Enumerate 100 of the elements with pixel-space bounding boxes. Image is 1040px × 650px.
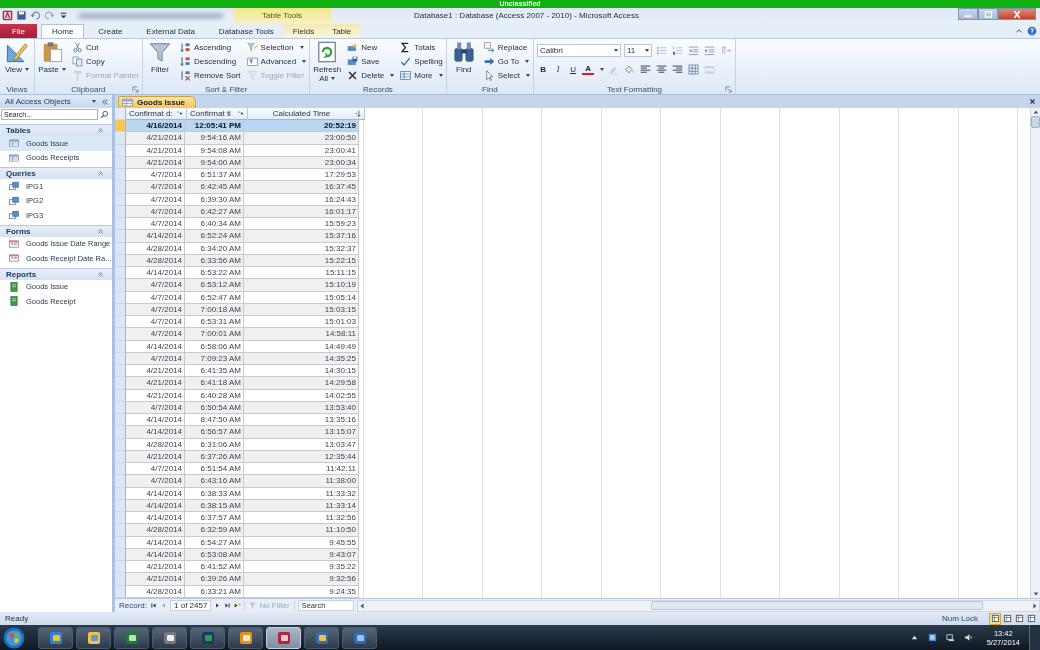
restore-button[interactable] (978, 8, 998, 20)
scrollbar-thumb[interactable] (1031, 116, 1040, 128)
record-selector[interactable] (115, 389, 126, 402)
record-selector[interactable] (115, 414, 126, 427)
record-selector[interactable] (115, 267, 126, 280)
record-selector[interactable] (115, 365, 126, 378)
record-selector[interactable] (115, 303, 126, 316)
record-selector[interactable] (115, 254, 126, 267)
record-selector[interactable] (115, 169, 126, 182)
previous-record-icon[interactable] (160, 602, 167, 609)
record-selector[interactable] (115, 316, 126, 329)
nav-group-header[interactable]: Reports (0, 267, 112, 280)
view-button[interactable] (990, 613, 1000, 624)
document-tab[interactable]: Goods Issue (118, 96, 196, 108)
taskbar-app-button[interactable] (76, 626, 111, 649)
nav-group-header[interactable]: Forms (0, 224, 112, 237)
column-header[interactable]: Confirmat ti (187, 108, 248, 120)
dropdown-arrow-icon[interactable] (176, 110, 183, 117)
record-selector[interactable] (115, 132, 126, 145)
record-selector[interactable] (115, 487, 126, 500)
record-selector[interactable] (115, 524, 126, 537)
nav-group-header[interactable]: Queries (0, 167, 112, 179)
help-icon[interactable] (1027, 26, 1037, 36)
ribbon-button[interactable]: Refresh All (313, 41, 342, 83)
vertical-scrollbar[interactable] (1030, 108, 1040, 598)
save-icon[interactable] (16, 10, 27, 21)
view-button[interactable] (1026, 613, 1036, 624)
record-selector[interactable] (115, 475, 126, 488)
ribbon-button[interactable]: Ascending (179, 41, 241, 54)
collapse-icon[interactable] (97, 170, 104, 177)
taskbar-app-button[interactable] (304, 626, 339, 649)
ribbon-tab[interactable]: Database Tools (208, 24, 284, 38)
record-selector[interactable] (115, 193, 126, 206)
start-button[interactable] (3, 626, 25, 649)
ribbon-button[interactable]: New (347, 41, 395, 54)
record-selector[interactable] (115, 279, 126, 292)
record-selector[interactable] (115, 450, 126, 463)
dropdown-arrow-icon[interactable] (237, 110, 244, 117)
ribbon-button[interactable]: Go To (483, 55, 530, 68)
ribbon-tab[interactable]: Fields (283, 24, 324, 38)
ribbon-button[interactable]: Filter (145, 41, 174, 74)
minimize-button[interactable] (958, 8, 978, 20)
first-record-icon[interactable] (150, 602, 157, 609)
close-icon[interactable] (1029, 98, 1036, 105)
ribbon-button[interactable]: Save (347, 55, 395, 68)
collapse-icon[interactable] (97, 227, 104, 235)
close-button[interactable] (998, 8, 1036, 20)
customize-toolbar-icon[interactable] (58, 10, 69, 21)
ribbon-button[interactable]: Cut (72, 41, 139, 54)
app-logo-icon[interactable] (2, 10, 13, 21)
ribbon-tab[interactable]: File (0, 24, 37, 38)
record-selector[interactable] (115, 512, 126, 525)
ribbon-button[interactable]: Totals (400, 41, 443, 54)
font-name-dropdown[interactable]: Calibri (537, 44, 621, 57)
ribbon-tab[interactable]: External Data (136, 24, 205, 38)
ribbon-button[interactable]: Copy (72, 55, 139, 68)
view-button[interactable] (1002, 613, 1012, 624)
undo-icon[interactable] (30, 10, 41, 21)
ribbon-button[interactable]: Delete (347, 69, 395, 82)
collapse-icon[interactable] (97, 127, 104, 134)
nav-group-header[interactable]: Tables (0, 124, 112, 136)
last-record-icon[interactable] (224, 602, 232, 609)
dialog-launcher-icon[interactable] (131, 86, 139, 93)
taskbar-app-button[interactable] (342, 626, 377, 649)
column-header[interactable]: Confirmat d: (126, 108, 187, 120)
format-button[interactable]: U (567, 63, 579, 75)
record-selector[interactable] (115, 340, 126, 353)
record-selector[interactable] (115, 205, 126, 218)
record-selector[interactable] (115, 156, 126, 169)
ribbon-button[interactable]: Advanced (246, 55, 307, 68)
record-selector[interactable] (115, 585, 126, 598)
horizontal-scrollbar[interactable] (356, 599, 1040, 612)
new-record-icon[interactable] (234, 602, 242, 609)
scroll-right-icon[interactable] (1031, 601, 1039, 610)
record-selector[interactable] (115, 438, 126, 451)
format-button[interactable]: I (552, 63, 564, 75)
record-selector[interactable] (115, 499, 126, 512)
ribbon-button[interactable]: More (400, 69, 443, 82)
font-color-button[interactable]: A (582, 63, 594, 75)
record-selector[interactable] (115, 218, 126, 231)
record-position-field[interactable]: 1 of 2457 (170, 600, 212, 611)
format-button[interactable]: B (537, 63, 549, 75)
record-selector[interactable] (115, 230, 126, 243)
column-header[interactable]: Calculated Time (248, 108, 365, 120)
select-all-corner[interactable] (115, 108, 126, 120)
record-selector[interactable] (115, 401, 126, 414)
collapse-pane-icon[interactable] (101, 97, 109, 106)
ribbon-button[interactable]: Remove Sort (179, 69, 241, 82)
record-selector[interactable] (115, 377, 126, 390)
record-selector[interactable] (115, 573, 126, 586)
ribbon-button[interactable]: Selection (246, 41, 307, 54)
record-selector[interactable] (115, 561, 126, 574)
next-record-icon[interactable] (214, 602, 222, 609)
ribbon-button[interactable]: Descending (179, 55, 241, 68)
ribbon-button[interactable]: View (3, 41, 31, 74)
flag-icon[interactable] (927, 633, 937, 642)
network-icon[interactable] (945, 633, 955, 642)
ribbon-button[interactable]: Paste (38, 41, 66, 74)
ribbon-tab[interactable]: Table (323, 24, 361, 38)
ribbon-tab[interactable]: Create (88, 24, 133, 38)
